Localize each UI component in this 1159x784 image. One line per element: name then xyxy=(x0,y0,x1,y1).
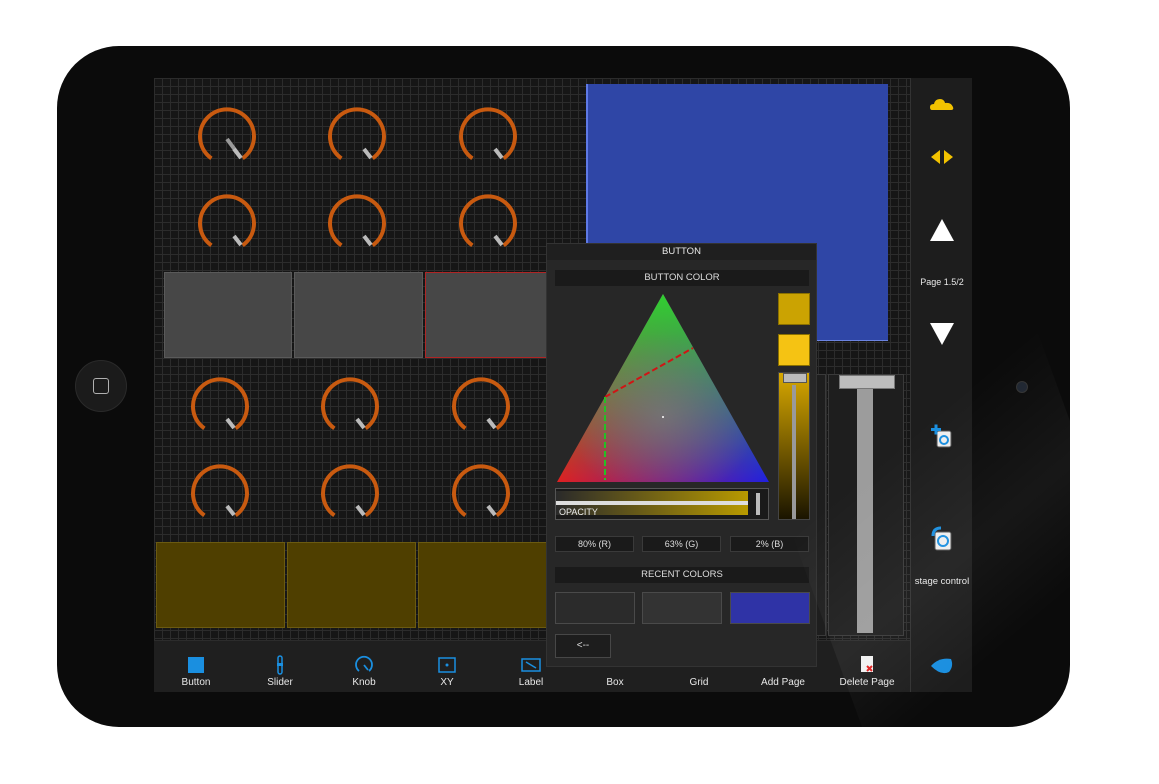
dialog-title: BUTTON xyxy=(547,244,816,260)
knob[interactable] xyxy=(455,106,521,172)
recent-color-swatch[interactable] xyxy=(555,592,635,624)
slider-handle[interactable] xyxy=(783,373,807,383)
tool-knob[interactable]: Knob xyxy=(329,641,399,692)
slider-track xyxy=(792,385,796,519)
button-icon xyxy=(188,657,204,673)
add-stage-icon[interactable] xyxy=(911,423,972,454)
yellow-pad[interactable] xyxy=(156,542,285,628)
tool-label: Button xyxy=(181,677,211,688)
page-up-icon[interactable] xyxy=(911,218,972,247)
knob[interactable] xyxy=(324,193,390,259)
slider-handle[interactable] xyxy=(839,375,895,389)
brightness-slider[interactable] xyxy=(778,372,810,520)
knob-icon xyxy=(355,655,373,672)
tool-delete-page[interactable]: Delete Page xyxy=(832,641,902,692)
green-value-field[interactable]: 63% (G) xyxy=(642,536,721,552)
vertical-slider[interactable] xyxy=(828,374,904,636)
knob[interactable] xyxy=(187,463,253,529)
tool-label: Box xyxy=(606,677,624,688)
color-triangle[interactable] xyxy=(555,292,771,484)
tool-label: Delete Page xyxy=(839,677,895,688)
button-pad[interactable] xyxy=(164,272,292,358)
tool-button[interactable]: Button xyxy=(161,641,231,692)
stage-control-icon[interactable] xyxy=(911,526,972,557)
knob[interactable] xyxy=(187,376,253,442)
tool-label: Grid xyxy=(689,677,709,688)
knob[interactable] xyxy=(324,106,390,172)
knob[interactable] xyxy=(455,193,521,259)
opacity-slider[interactable]: OPACITY xyxy=(555,488,769,520)
knob[interactable] xyxy=(194,106,260,172)
tool-slider[interactable]: Slider xyxy=(245,641,315,692)
stage-control-label: stage control xyxy=(914,576,970,587)
yellow-pad[interactable] xyxy=(418,542,548,628)
label-icon xyxy=(521,658,541,672)
resize-horizontal-icon[interactable] xyxy=(911,148,972,171)
recent-colors-header: RECENT COLORS xyxy=(555,567,809,583)
camera-icon xyxy=(1016,381,1028,393)
page-indicator: Page 1.5/2 xyxy=(920,277,964,287)
button-pad[interactable] xyxy=(294,272,423,358)
tool-xy[interactable]: XY xyxy=(412,641,482,692)
knob[interactable] xyxy=(448,463,514,529)
recent-color-swatch[interactable] xyxy=(642,592,722,624)
page-down-icon[interactable] xyxy=(911,322,972,351)
tool-label: Label xyxy=(518,677,544,688)
opacity-bar-top xyxy=(556,491,748,501)
xy-icon xyxy=(438,657,456,673)
opacity-handle[interactable] xyxy=(756,493,760,515)
cloud-icon[interactable] xyxy=(911,96,972,117)
tool-label: XY xyxy=(440,677,454,688)
knob[interactable] xyxy=(317,376,383,442)
knob[interactable] xyxy=(448,376,514,442)
button-color-dialog: BUTTON BUTTON COLOR OPACITY 80% (R) 63% … xyxy=(546,243,817,667)
new-color-swatch xyxy=(778,334,810,366)
slider-icon xyxy=(277,655,283,675)
current-color-swatch xyxy=(778,293,810,325)
recent-color-swatch[interactable] xyxy=(730,592,810,624)
knob[interactable] xyxy=(317,463,383,529)
knob[interactable] xyxy=(194,193,260,259)
opacity-label: OPACITY xyxy=(559,507,598,517)
slider-track xyxy=(857,389,873,633)
button-pad-selected[interactable] xyxy=(425,272,550,358)
tool-label: Add Page xyxy=(761,677,805,688)
back-button[interactable]: <-- xyxy=(555,634,611,658)
red-value-field[interactable]: 80% (R) xyxy=(555,536,634,552)
home-button[interactable] xyxy=(75,360,127,412)
yellow-pad[interactable] xyxy=(287,542,416,628)
right-sidebar: Page 1.5/2 stage control xyxy=(910,78,972,692)
delete-page-icon xyxy=(861,656,873,672)
tool-label: Slider xyxy=(267,677,293,688)
logo-drop-icon[interactable] xyxy=(911,656,972,681)
blue-value-field[interactable]: 2% (B) xyxy=(730,536,809,552)
color-section-header: BUTTON COLOR xyxy=(555,270,809,286)
tool-label: Knob xyxy=(352,677,376,688)
